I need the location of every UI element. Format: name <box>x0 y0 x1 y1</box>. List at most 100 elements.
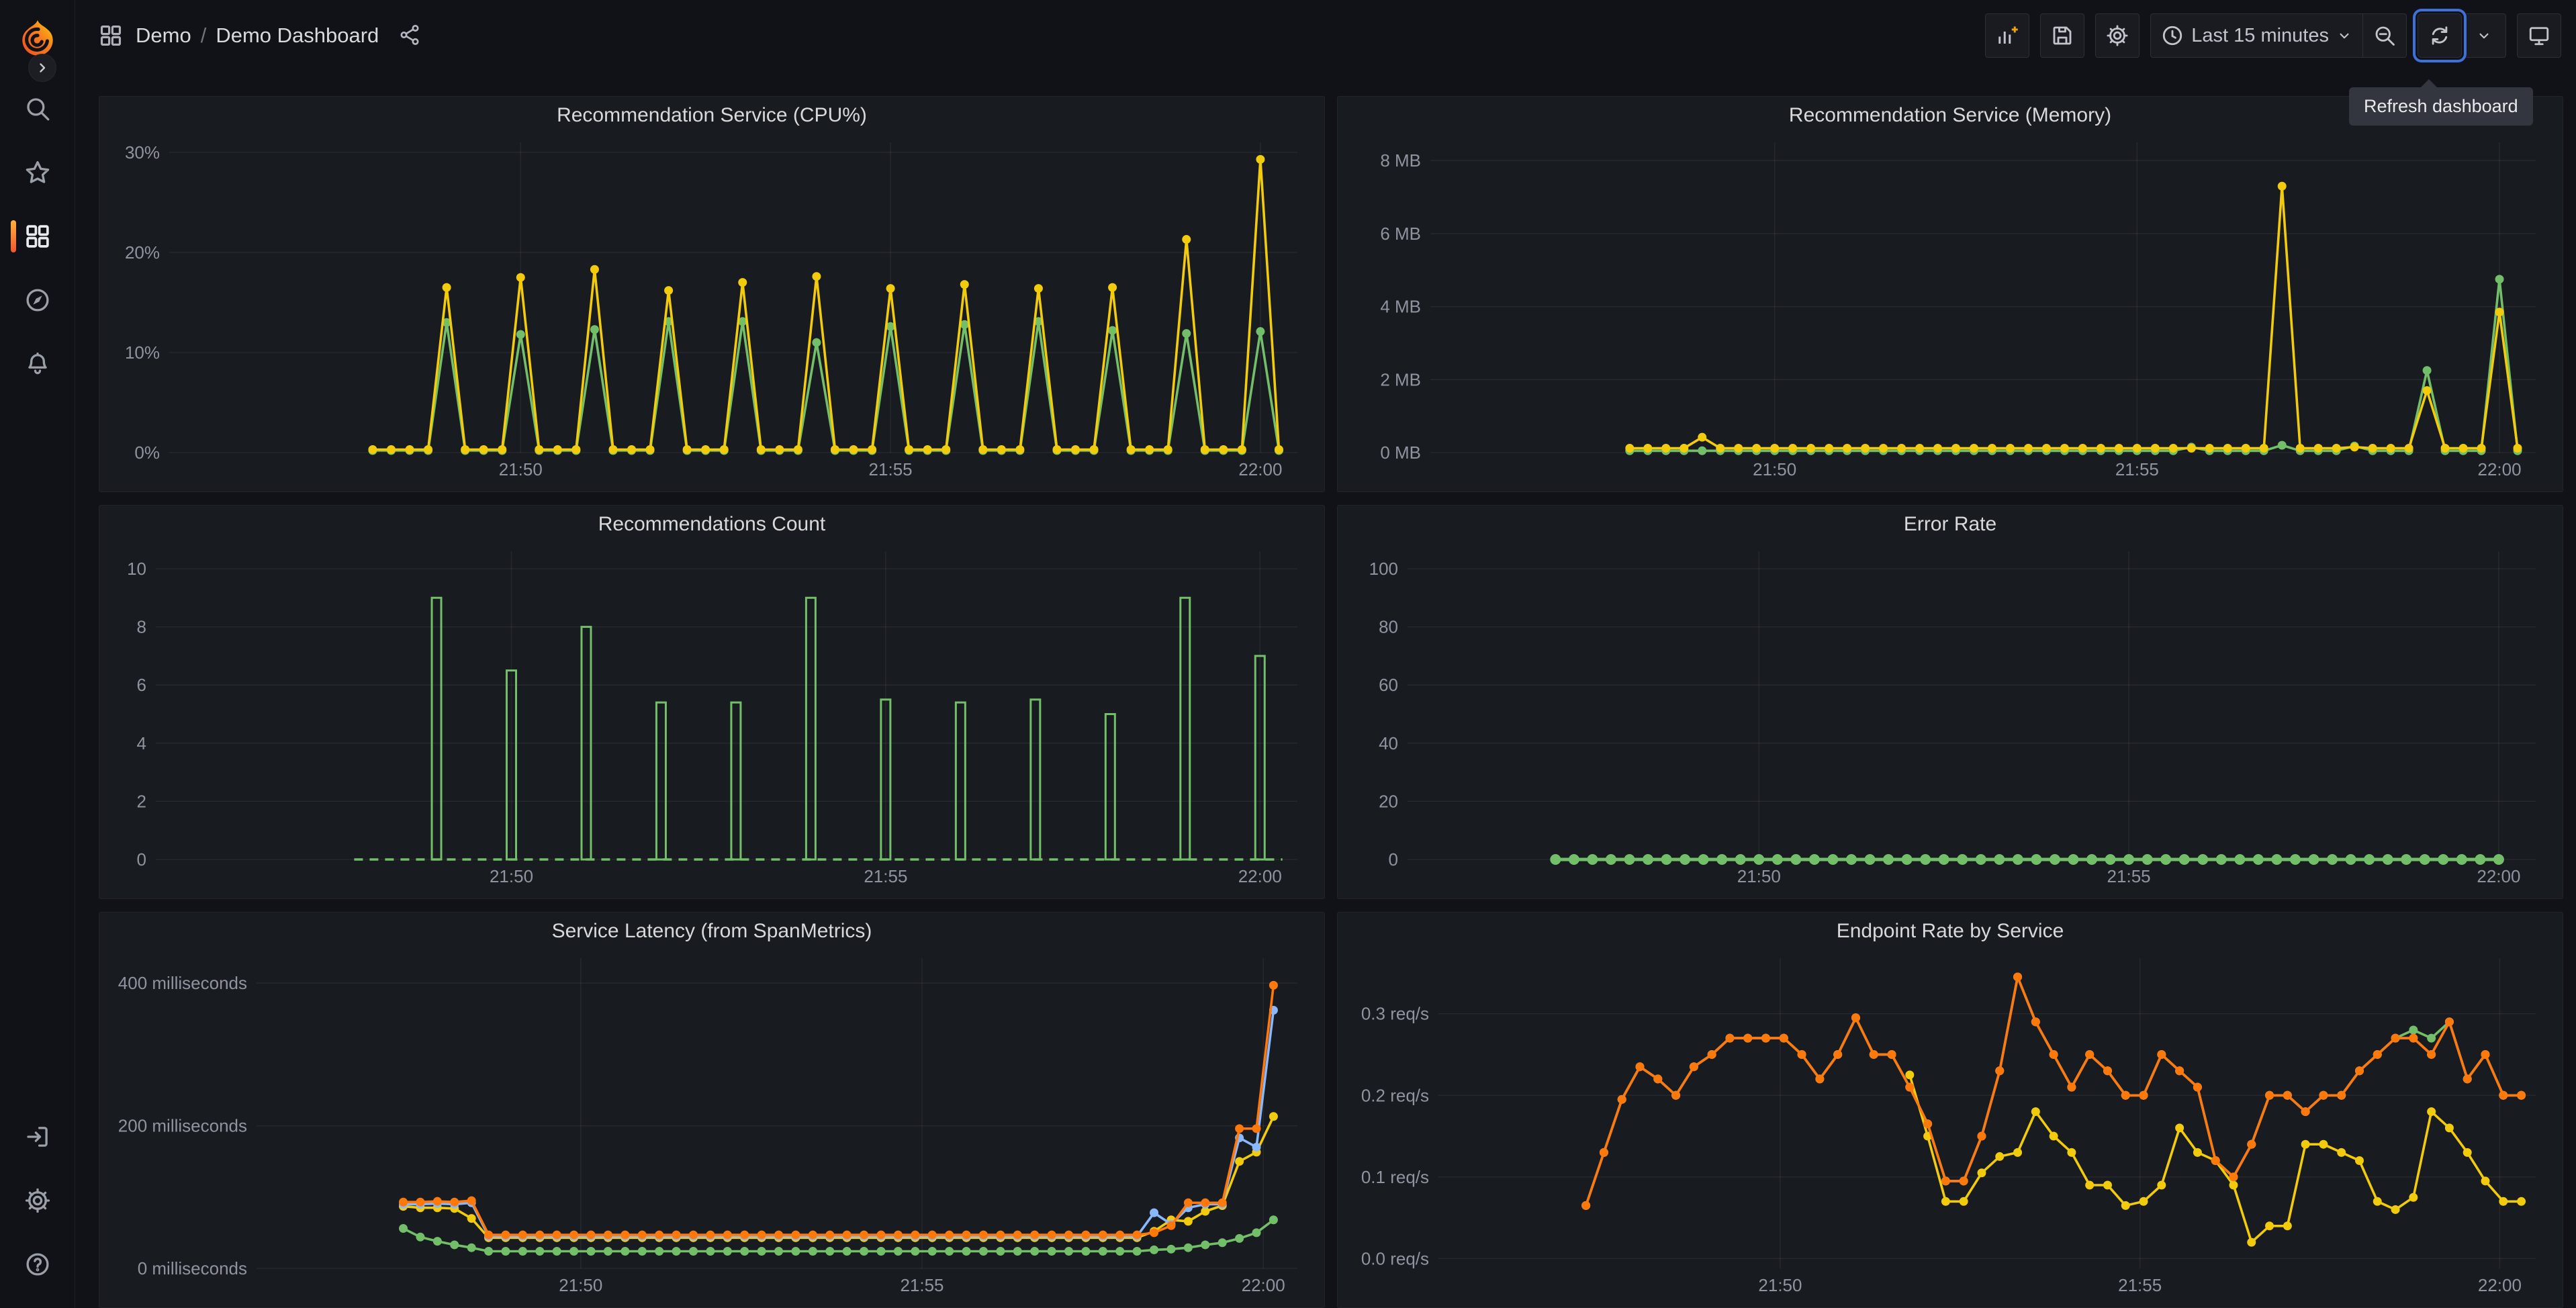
svg-text:21:50: 21:50 <box>499 459 543 479</box>
svg-text:8: 8 <box>137 617 146 637</box>
legend-item[interactable]: {exported_job="recommendationservice", i… <box>1351 488 2563 492</box>
main-area: Demo / Demo Dashboard Last 15 minutes Re… <box>75 0 2576 1308</box>
refresh-interval-dropdown[interactable] <box>2462 13 2506 58</box>
sidebar-expand-button[interactable] <box>28 54 56 82</box>
panel-error-rate: Error Rate 0 20 40 60 80 100 21:50 21:55 22:00 {… <box>1337 505 2563 899</box>
refresh-dashboard-button[interactable] <box>2418 13 2462 58</box>
svg-text:2 MB: 2 MB <box>1380 369 1421 389</box>
time-picker-group: Last 15 minutes <box>2150 13 2407 58</box>
svg-text:30%: 30% <box>125 142 160 162</box>
timeseries-chart-latency[interactable]: 0 milliseconds 200 milliseconds 400 millis… <box>110 947 1314 1303</box>
add-panel-button[interactable] <box>1985 13 2030 58</box>
sidebar <box>0 0 75 1308</box>
time-range-label: Last 15 minutes <box>2191 24 2329 46</box>
zoom-out-icon <box>2375 26 2395 46</box>
save-dashboard-button[interactable] <box>2040 13 2085 58</box>
legend-memory: {exported_job="recommendationservice", i… <box>1338 487 2563 492</box>
apps-icon <box>26 224 49 248</box>
svg-text:0: 0 <box>137 849 146 870</box>
compass-icon <box>26 288 49 312</box>
sidebar-item-help[interactable] <box>0 1232 75 1296</box>
panel-service-latency: Service Latency (from SpanMetrics) 0 mil… <box>99 912 1325 1308</box>
panel-recommendation-cpu: Recommendation Service (CPU%) 0% 10% 20% 30… <box>99 96 1325 492</box>
panel-title[interactable]: Error Rate <box>1338 506 2563 541</box>
timeseries-chart-cpu[interactable]: 0% 10% 20% 30% 21:50 21:55 22:00 <box>110 132 1314 487</box>
panel-title[interactable]: Endpoint Rate by Service <box>1338 913 2563 947</box>
svg-text:21:50: 21:50 <box>490 866 533 886</box>
sidebar-item-starred[interactable] <box>0 140 75 204</box>
search-icon <box>26 97 49 120</box>
chevron-down-icon <box>2340 33 2349 39</box>
svg-text:10%: 10% <box>125 342 160 363</box>
barchart-recommendations-count[interactable]: 0 2 4 6 8 10 21:50 21:55 22:00 <box>110 541 1314 894</box>
bell-icon <box>28 352 47 374</box>
sidebar-item-alerting[interactable] <box>0 332 75 395</box>
panel-recommendations-count: Recommendations Count 0 2 4 6 8 10 21:50 21:55 2… <box>99 505 1325 899</box>
legend-item[interactable]: histogram_quantile(0.50, sum(rate(latenc… <box>113 1304 1324 1307</box>
timeseries-chart-endpoint-rate[interactable]: 0.0 req/s 0.1 req/s 0.2 req/s 0.3 req/s 21:5… <box>1348 947 2552 1303</box>
svg-text:100: 100 <box>1369 559 1398 579</box>
topbar: Demo / Demo Dashboard Last 15 minutes <box>75 0 2576 71</box>
svg-text:21:55: 21:55 <box>869 459 913 479</box>
refresh-icon <box>2432 26 2448 45</box>
svg-text:22:00: 22:00 <box>1238 866 1282 886</box>
svg-text:21:55: 21:55 <box>2107 866 2151 886</box>
svg-text:20: 20 <box>1379 791 1398 811</box>
save-icon <box>2053 26 2072 45</box>
legend-cpu: {exported_job="recommendationservice", i… <box>99 487 1324 492</box>
svg-text:21:55: 21:55 <box>900 1275 944 1295</box>
time-range-picker[interactable]: Last 15 minutes <box>2150 13 2362 58</box>
panel-title[interactable]: Recommendations Count <box>99 506 1324 541</box>
svg-text:200 milliseconds: 200 milliseconds <box>118 1116 247 1136</box>
breadcrumb-section[interactable]: Demo <box>136 24 191 48</box>
monitor-icon <box>2529 27 2549 46</box>
share-icon <box>400 24 419 45</box>
legend-count: {exported_job="recommendationservice", i… <box>99 894 1324 898</box>
svg-text:22:00: 22:00 <box>1238 459 1282 479</box>
legend-latency: histogram_quantile(0.50, sum(rate(latenc… <box>99 1303 1324 1307</box>
gear-icon <box>25 1188 50 1213</box>
topbar-actions: Last 15 minutes <box>1985 13 2561 58</box>
svg-text:60: 60 <box>1379 675 1398 695</box>
legend-item[interactable]: {exported_job="recommendationservice", i… <box>113 895 1324 898</box>
legend-item[interactable]: {instance="otelcol:9464", job="otel", op… <box>1351 895 2563 898</box>
svg-text:400 milliseconds: 400 milliseconds <box>118 973 247 993</box>
sidebar-item-dashboards[interactable] <box>0 204 75 268</box>
chevron-down-icon <box>2479 33 2489 39</box>
zoom-out-time-button[interactable] <box>2362 13 2407 58</box>
panel-recommendation-memory: Recommendation Service (Memory) 0 MB 2 MB… <box>1337 96 2563 492</box>
sign-in-icon <box>26 1126 48 1147</box>
legend-item[interactable]: {exported_job="recommendationservice", i… <box>113 488 1324 492</box>
svg-text:4 MB: 4 MB <box>1380 297 1421 317</box>
panel-title[interactable]: Service Latency (from SpanMetrics) <box>99 913 1324 947</box>
gear-icon <box>2107 25 2128 46</box>
svg-text:22:00: 22:00 <box>2477 866 2520 886</box>
legend-item[interactable]: {instance="otelcol:9464", job="otel", op… <box>1351 1304 2563 1307</box>
svg-text:21:50: 21:50 <box>1758 1275 1802 1295</box>
add-panel-icon <box>1998 26 2019 44</box>
sidebar-nav <box>0 77 75 395</box>
sidebar-item-search[interactable] <box>0 77 75 140</box>
refresh-group <box>2418 13 2506 58</box>
dashboard-settings-button[interactable] <box>2095 13 2140 58</box>
svg-text:0.3 req/s: 0.3 req/s <box>1361 1004 1429 1024</box>
clock-icon <box>2163 26 2182 46</box>
sidebar-item-settings[interactable] <box>0 1168 75 1232</box>
timeseries-chart-error-rate[interactable]: 0 20 40 60 80 100 21:50 21:55 22:00 <box>1348 541 2552 894</box>
dashboard-grid: Recommendation Service (CPU%) 0% 10% 20% 30… <box>75 71 2576 1308</box>
breadcrumb-page[interactable]: Demo Dashboard <box>216 24 379 48</box>
svg-text:22:00: 22:00 <box>1242 1275 1285 1295</box>
refresh-tooltip: Refresh dashboard <box>2349 79 2533 126</box>
svg-text:20%: 20% <box>125 242 160 263</box>
svg-text:22:00: 22:00 <box>2478 1275 2522 1295</box>
svg-text:21:50: 21:50 <box>1737 866 1781 886</box>
sidebar-item-explore[interactable] <box>0 268 75 332</box>
panel-title[interactable]: Recommendation Service (CPU%) <box>99 97 1324 132</box>
share-dashboard-button[interactable] <box>395 21 424 50</box>
timeseries-chart-memory[interactable]: 0 MB 2 MB 4 MB 6 MB 8 MB 21:50 21:55 22:00 <box>1348 132 2552 487</box>
svg-text:22:00: 22:00 <box>2477 459 2521 479</box>
sidebar-item-sign-in[interactable] <box>0 1105 75 1168</box>
svg-text:0.0 req/s: 0.0 req/s <box>1361 1248 1429 1268</box>
svg-text:21:50: 21:50 <box>559 1275 602 1295</box>
kiosk-mode-button[interactable] <box>2517 13 2561 58</box>
